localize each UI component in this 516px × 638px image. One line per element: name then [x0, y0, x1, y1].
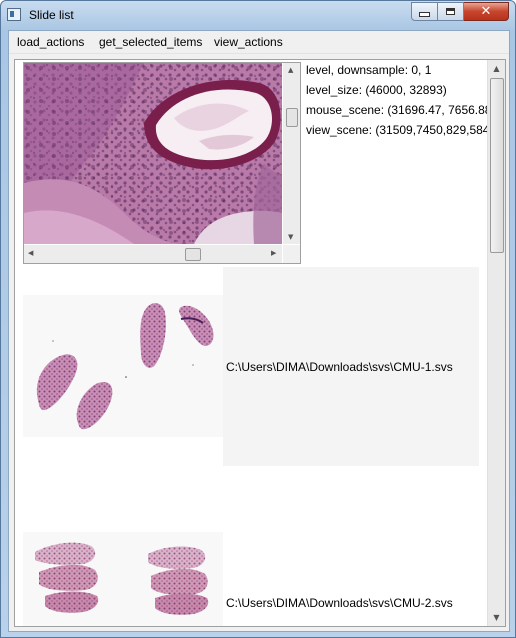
maximize-icon	[446, 8, 455, 15]
minimize-button[interactable]	[411, 2, 438, 21]
slide-path-cmu-1[interactable]: C:\Users\DIMA\Downloads\svs\CMU-1.svs	[226, 360, 453, 374]
slide-thumbnail-image	[36, 303, 214, 430]
viewer-horizontal-scroll-thumb[interactable]	[185, 248, 201, 261]
info-mouse-scene: mouse_scene: (31696.47, 7656.88)	[306, 103, 496, 117]
title-bar[interactable]: Slide list ✕	[1, 1, 515, 30]
info-level-size: level_size: (46000, 32893)	[306, 83, 447, 97]
scroll-right-icon[interactable]: ▶	[271, 249, 276, 257]
close-icon: ✕	[480, 4, 492, 19]
app-window: Slide list ✕ load_actions get_selected_i…	[0, 0, 516, 638]
viewer-horizontal-scrollbar[interactable]: ◀ ▶	[24, 245, 282, 263]
menu-get-selected-items[interactable]: get_selected_items	[99, 35, 202, 49]
window-title: Slide list	[29, 8, 74, 22]
slide-thumbnail-cmu-2[interactable]	[23, 532, 223, 626]
scroll-down-icon[interactable]: ▼	[288, 233, 293, 241]
list-scroll-up-icon[interactable]: ▲	[488, 60, 505, 77]
viewer-vertical-scroll-thumb[interactable]	[286, 108, 298, 127]
info-level-downsample: level, downsample: 0, 1	[306, 63, 432, 77]
histology-zoomed-image	[24, 63, 282, 244]
scroll-left-icon[interactable]: ◀	[28, 249, 33, 257]
slide-list[interactable]: ▲ ▼ ◀ ▶ level, downsample: 0, 1 level_si…	[14, 59, 506, 627]
slide-viewer-canvas[interactable]	[24, 63, 282, 244]
client-area: load_actions get_selected_items view_act…	[8, 30, 510, 632]
viewer-vertical-scrollbar[interactable]: ▲ ▼	[283, 63, 300, 244]
minimize-icon	[419, 12, 430, 17]
maximize-button[interactable]	[438, 2, 464, 21]
info-view-scene: view_scene: (31509,7450,829,584)	[306, 123, 494, 137]
list-vertical-scrollbar[interactable]: ▲ ▼	[487, 60, 505, 626]
slide-thumbnail-image-2	[35, 542, 209, 615]
slide-thumbnail-cmu-1[interactable]	[23, 295, 223, 437]
close-button[interactable]: ✕	[464, 2, 509, 21]
menu-load-actions[interactable]: load_actions	[17, 35, 84, 49]
list-scroll-down-icon[interactable]: ▼	[488, 609, 505, 626]
slide-viewer[interactable]: ▲ ▼ ◀ ▶	[23, 62, 301, 264]
scroll-up-icon[interactable]: ▲	[288, 66, 293, 74]
menu-bar: load_actions get_selected_items view_act…	[9, 31, 509, 54]
slide-path-cmu-2[interactable]: C:\Users\DIMA\Downloads\svs\CMU-2.svs	[226, 596, 453, 610]
list-scroll-thumb[interactable]	[490, 78, 504, 253]
app-window-icon	[7, 8, 21, 21]
viewer-scroll-corner	[283, 245, 300, 263]
window-controls: ✕	[411, 2, 509, 21]
menu-view-actions[interactable]: view_actions	[214, 35, 283, 49]
